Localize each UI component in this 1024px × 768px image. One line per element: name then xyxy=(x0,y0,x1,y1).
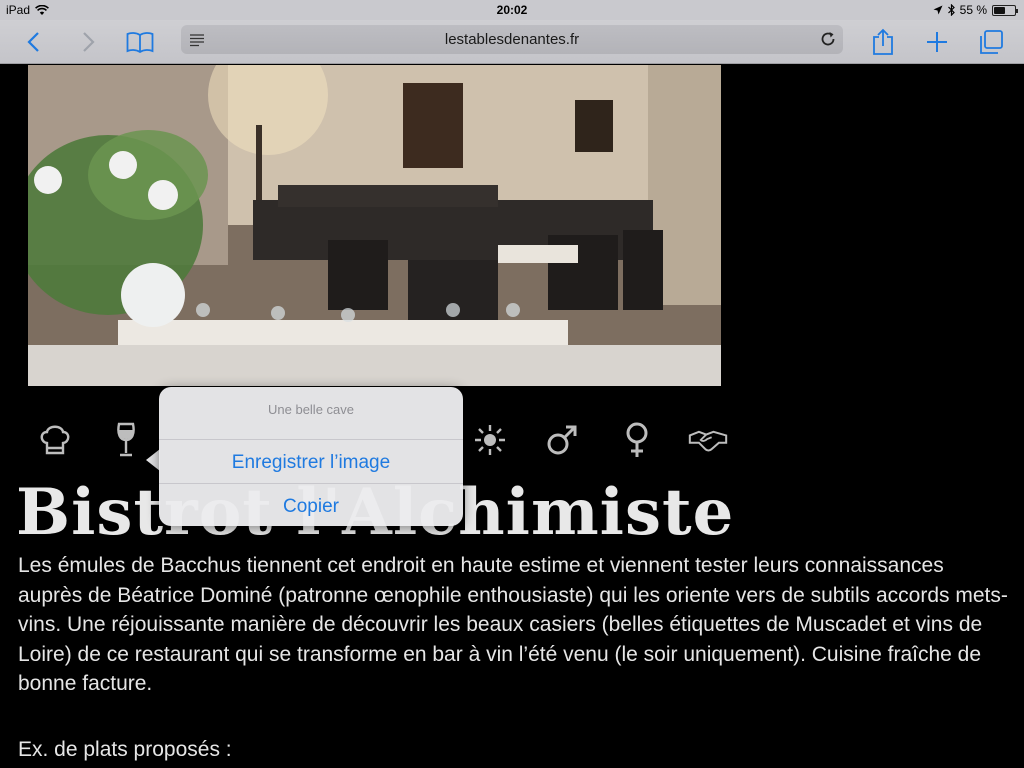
battery-fill xyxy=(994,6,1005,14)
new-tab-button[interactable] xyxy=(921,26,953,58)
image-context-menu: Une belle cave Enregistrer l’image Copie… xyxy=(159,387,463,526)
dishes-label: Ex. de plats proposés : xyxy=(18,738,232,761)
add-icon xyxy=(927,32,947,52)
popover-divider xyxy=(159,439,463,440)
restaurant-photo[interactable] xyxy=(28,65,721,386)
back-button[interactable] xyxy=(18,26,50,58)
copy-button[interactable]: Copier xyxy=(159,485,463,528)
handshake-icon xyxy=(688,420,728,460)
status-time: 20:02 xyxy=(496,3,528,17)
battery-icon xyxy=(992,4,1018,16)
address-bar[interactable]: lestablesdenantes.fr xyxy=(181,25,843,54)
popover-divider xyxy=(159,483,463,484)
battery-percent: 55 % xyxy=(959,3,987,17)
web-page: Bistrot l'Alchimiste Les émules de Bacch… xyxy=(0,65,1024,768)
tabs-button[interactable] xyxy=(975,26,1007,58)
forward-icon xyxy=(83,32,95,52)
sun-icon xyxy=(470,420,510,460)
bookmarks-icon xyxy=(126,32,154,53)
share-button[interactable] xyxy=(867,26,899,58)
reload-icon[interactable] xyxy=(819,30,837,48)
browser-toolbar: lestablesdenantes.fr xyxy=(0,20,1024,64)
url-text: lestablesdenantes.fr xyxy=(444,31,580,48)
popover-title: Une belle cave xyxy=(268,402,354,417)
bluetooth-icon xyxy=(947,4,955,16)
bookmarks-button[interactable] xyxy=(124,26,156,58)
male-icon xyxy=(542,420,582,460)
status-right: 55 % xyxy=(933,3,1018,17)
wine-glass-icon xyxy=(106,420,146,460)
save-image-button[interactable]: Enregistrer l’image xyxy=(159,441,463,484)
popover-arrow xyxy=(146,449,160,471)
female-icon xyxy=(617,420,657,460)
tabs-icon xyxy=(980,30,1003,54)
share-icon xyxy=(873,28,893,55)
chef-hat-icon xyxy=(35,420,75,460)
restaurant-interior-image xyxy=(28,65,721,386)
restaurant-description: Les émules de Bacchus tiennent cet endro… xyxy=(18,554,1008,695)
location-arrow-icon xyxy=(933,5,943,15)
forward-button[interactable] xyxy=(72,26,104,58)
status-bar: iPad 20:02 55 % xyxy=(0,0,1024,20)
back-icon xyxy=(27,32,39,52)
